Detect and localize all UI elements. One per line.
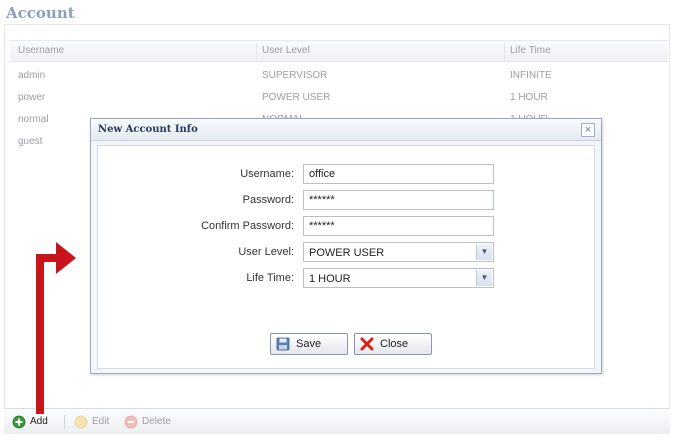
save-button-label: Save [296, 338, 322, 350]
table-row[interactable]: power POWER USER 1 HOUR [10, 88, 668, 110]
edit-icon [74, 415, 88, 429]
cell-username: admin [18, 70, 46, 81]
password-label: Password: [242, 194, 294, 206]
user-level-label: User Level: [238, 246, 294, 258]
delete-icon [124, 415, 138, 429]
column-divider [256, 43, 257, 60]
username-label: Username: [240, 168, 294, 180]
delete-button-label: Delete [142, 416, 171, 427]
user-level-select[interactable]: POWER USER ▼ [303, 242, 494, 262]
delete-button[interactable]: Delete [124, 414, 184, 430]
life-time-select[interactable]: 1 HOUR ▼ [303, 268, 494, 288]
add-button-label: Add [30, 416, 48, 427]
toolbar-divider [64, 415, 65, 429]
save-button[interactable]: Save [270, 333, 348, 355]
column-divider [504, 43, 505, 60]
username-field[interactable] [303, 164, 494, 184]
dialog-title: New Account Info [98, 124, 198, 135]
life-time-value: 1 HOUR [309, 273, 351, 285]
cell-life-time: INFINITE [510, 70, 552, 81]
column-header-life-time[interactable]: Life Time [510, 45, 551, 56]
cell-username: guest [18, 136, 43, 147]
edit-button-label: Edit [92, 416, 110, 427]
column-header-username[interactable]: Username [18, 45, 64, 56]
cell-life-time: 1 HOUR [510, 92, 548, 103]
table-row[interactable]: admin SUPERVISOR INFINITE [10, 66, 668, 88]
chevron-down-icon[interactable]: ▼ [476, 244, 492, 260]
chevron-down-icon[interactable]: ▼ [476, 270, 492, 286]
user-level-value: POWER USER [309, 247, 385, 259]
add-icon [12, 415, 26, 429]
cell-username: normal [18, 114, 49, 125]
confirm-password-label: Confirm Password: [201, 220, 294, 232]
column-header-user-level[interactable]: User Level [262, 45, 310, 56]
dialog-close-button[interactable]: × [581, 123, 595, 137]
close-button[interactable]: Close [354, 333, 432, 355]
new-account-dialog: New Account Info × Username: Password: C… [90, 118, 602, 374]
cell-user-level: POWER USER [262, 92, 331, 103]
edit-button[interactable]: Edit [74, 414, 118, 430]
cell-username: power [18, 92, 46, 103]
bottom-toolbar: Add Edit Delete [4, 408, 670, 434]
grid-header: Username User Level Life Time [10, 40, 668, 62]
dialog-title-bar[interactable]: New Account Info × [91, 119, 601, 141]
life-time-label: Life Time: [246, 272, 294, 284]
cell-user-level: SUPERVISOR [262, 70, 328, 81]
red-x-icon [360, 337, 374, 351]
panel-title: Account [6, 4, 75, 22]
close-icon: × [584, 124, 592, 136]
dialog-body: Username: Password: Confirm Password: Us… [97, 145, 595, 369]
add-button[interactable]: Add [12, 414, 56, 430]
close-button-label: Close [380, 338, 409, 350]
floppy-disk-icon [276, 337, 290, 351]
confirm-password-field[interactable] [303, 216, 494, 236]
password-field[interactable] [303, 190, 494, 210]
